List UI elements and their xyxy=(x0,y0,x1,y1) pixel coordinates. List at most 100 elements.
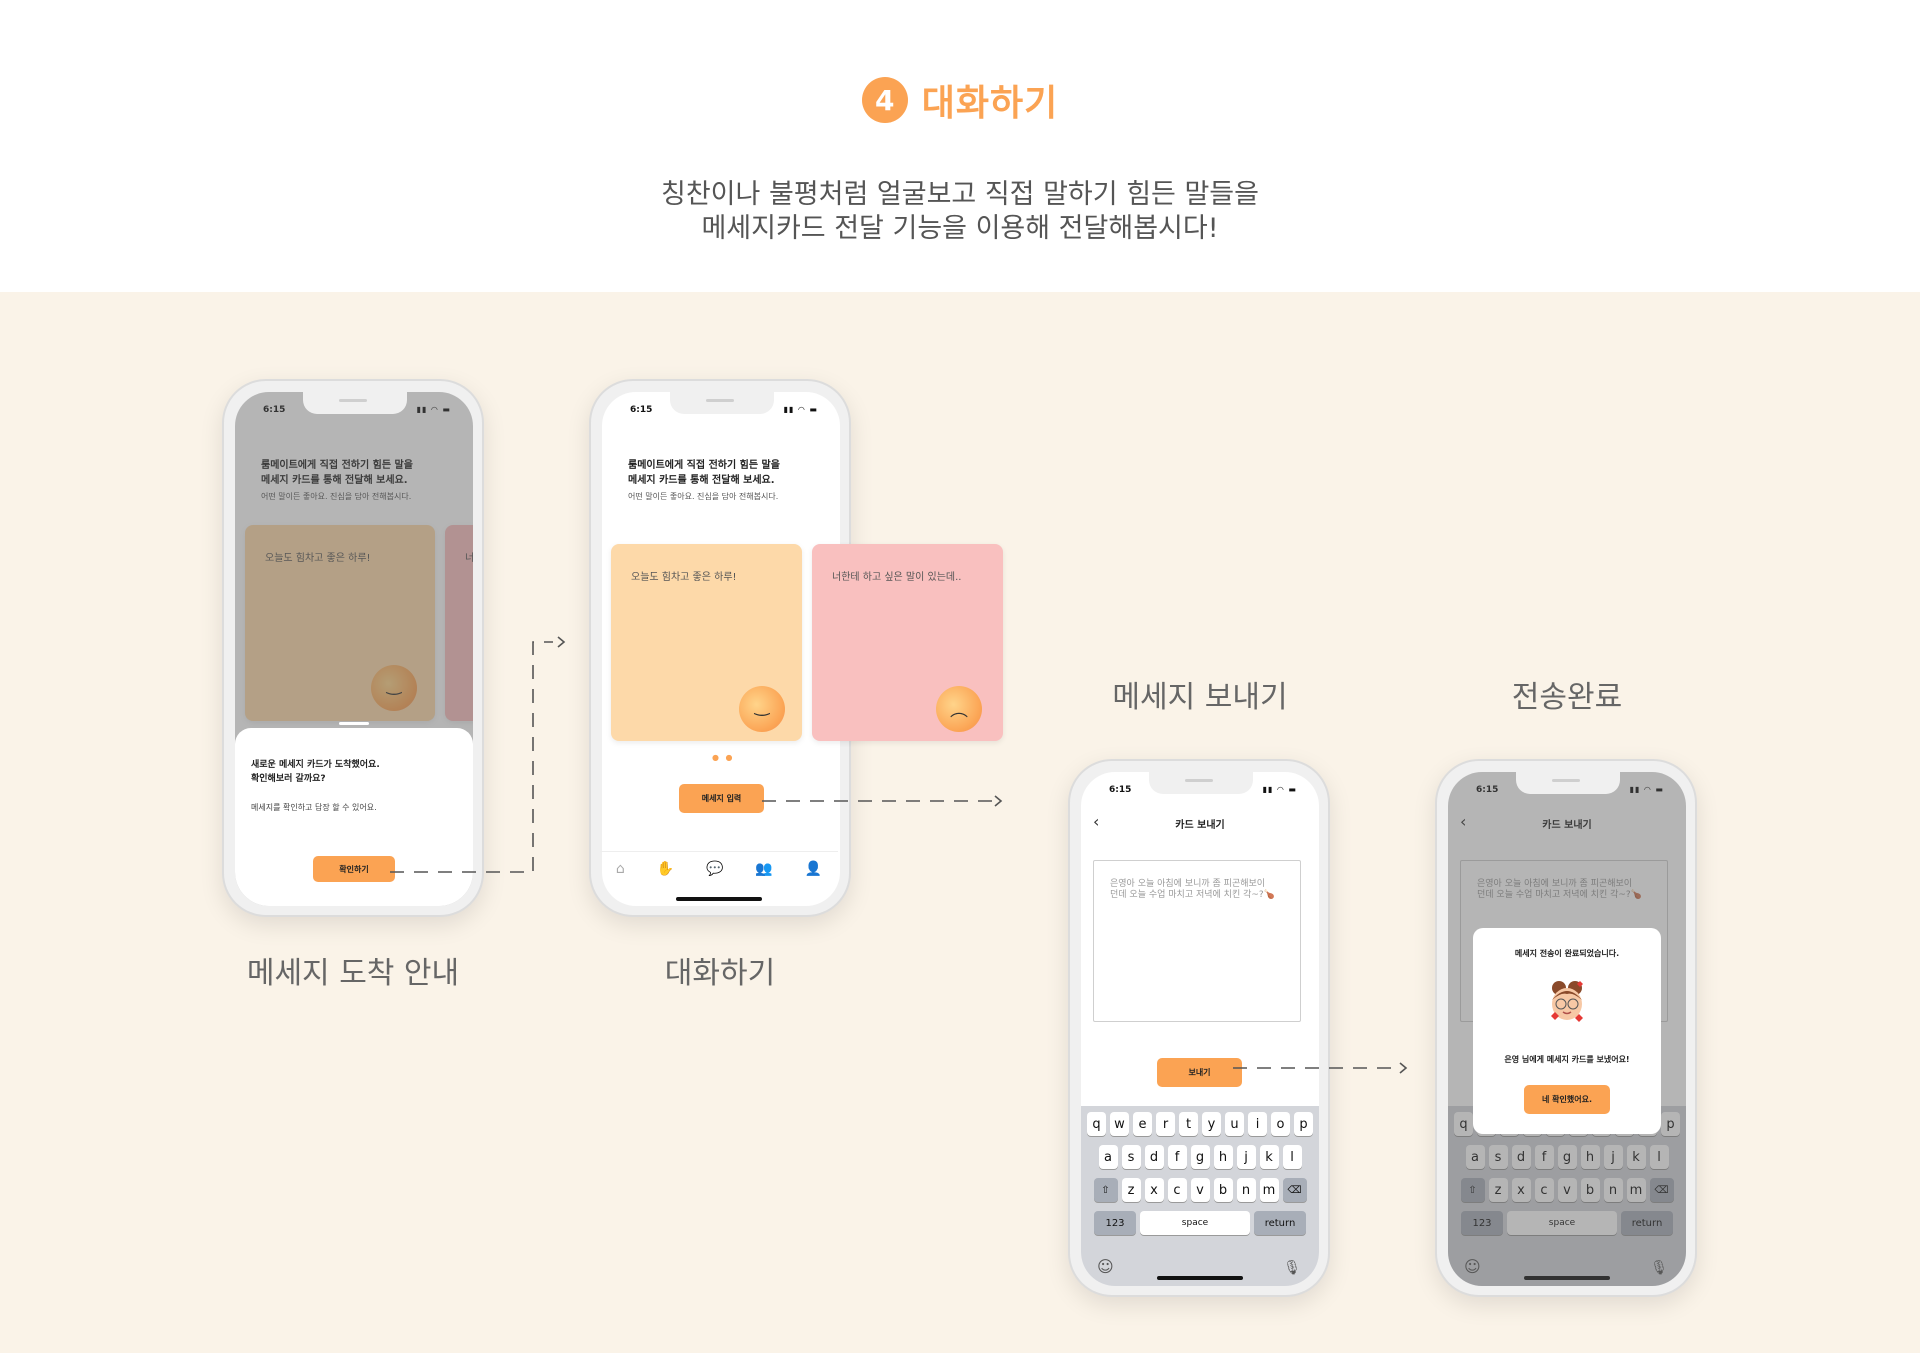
phone-notch xyxy=(1516,772,1620,794)
key[interactable]: e xyxy=(1133,1112,1152,1136)
card-pager-dots[interactable]: ● ● xyxy=(712,753,735,762)
hand-tab-icon[interactable]: ✋ xyxy=(657,861,674,877)
modal-title: 메세지 전송이 완료되었습니다. xyxy=(1514,949,1620,958)
showcase-stage: 6:15 ▮▮ ◠ ▬ 룸메이트에게 직접 전하기 힘든 말을 메세지 카드를 … xyxy=(0,292,1920,1353)
step-badge: 4 xyxy=(861,77,908,123)
message-input-button[interactable]: 메세지 입력 xyxy=(679,784,764,813)
key[interactable]: j xyxy=(1236,1145,1256,1169)
profile-tab-icon[interactable]: 👤 xyxy=(805,861,822,877)
avatar-memoji-icon xyxy=(1551,981,1583,1022)
status-icons: ▮▮ ◠ ▬ xyxy=(1262,785,1297,794)
emoji-icon[interactable]: ☺ xyxy=(1097,1257,1114,1276)
phone-screen: 6:15 ▮▮ ◠ ▬ 룸메이트에게 직접 전하기 힘든 말을 메세지 카드를 … xyxy=(235,392,473,906)
compose-nav-title: 카드 보내기 xyxy=(1175,820,1225,831)
modal-sub: 은영 님에게 메세지 카드를 보냈어요! xyxy=(1504,1055,1630,1064)
section-intro: 칭찬이나 불평처럼 얼굴보고 직접 말하기 힘든 말들을 메세지카드 전달 기능… xyxy=(0,178,1920,246)
status-time: 6:15 xyxy=(630,405,653,415)
arrival-sheet-title: 새로운 메세지 카드가 도착했어요. 확인해보러 갈까요? xyxy=(251,758,380,786)
home-indicator xyxy=(1157,1276,1243,1280)
caption-message-arrival: 메세지 도착 안내 xyxy=(246,956,460,991)
section-title: 4 대화하기 xyxy=(0,74,1920,126)
happy-face-icon: ‿ xyxy=(739,686,785,732)
key[interactable]: g xyxy=(1190,1145,1210,1169)
key[interactable]: l xyxy=(1282,1145,1302,1169)
key[interactable]: s xyxy=(1121,1145,1141,1169)
sad-face-icon: ︵ xyxy=(936,686,982,732)
key[interactable]: v xyxy=(1190,1178,1210,1202)
phone-send-complete: 6:15 ▮▮ ◠ ▬ ‹ 카드 보내기 은영아 오늘 아침에 보니까 좀 피곤… xyxy=(1435,759,1697,1297)
confirm-button[interactable]: 확인하기 xyxy=(313,856,395,882)
return-key[interactable]: return xyxy=(1254,1211,1306,1235)
caption-send-complete: 전송완료 xyxy=(1511,680,1623,715)
keyboard-row-4: 123 space return xyxy=(1081,1211,1319,1235)
intro-line-2: 메세지카드 전달 기능을 이용해 전달해봅시다! xyxy=(701,213,1219,244)
section-header: 4 대화하기 칭찬이나 불평처럼 얼굴보고 직접 말하기 힘든 말들을 메세지카… xyxy=(0,0,1920,292)
key[interactable]: r xyxy=(1156,1112,1175,1136)
group-tab-icon[interactable]: 👥 xyxy=(755,861,772,877)
chat-intro-title-line-1: 룸메이트에게 직접 전하기 힘든 말을 xyxy=(628,460,780,471)
key[interactable]: h xyxy=(1213,1145,1233,1169)
microphone-icon[interactable]: 🎙 xyxy=(1283,1260,1301,1276)
onscreen-keyboard: q w e r t y u i o p a s d f g h xyxy=(1081,1106,1319,1286)
key[interactable]: n xyxy=(1236,1178,1256,1202)
key[interactable]: x xyxy=(1144,1178,1164,1202)
chat-intro-title: 룸메이트에게 직접 전하기 힘든 말을 메세지 카드를 통해 전달해 보세요. xyxy=(628,458,780,488)
key[interactable]: m xyxy=(1259,1178,1279,1202)
message-line-1: 은영아 오늘 아침에 보니까 좀 피곤해보이 xyxy=(1110,879,1266,889)
home-tab-icon[interactable]: ⌂ xyxy=(616,861,625,877)
key[interactable]: i xyxy=(1248,1112,1267,1136)
intro-line-1: 칭찬이나 불평처럼 얼굴보고 직접 말하기 힘든 말들을 xyxy=(661,179,1259,210)
caption-chat: 대화하기 xyxy=(664,956,776,991)
sheet-grabber xyxy=(339,722,369,725)
arrival-title-line-1: 새로운 메세지 카드가 도착했어요. xyxy=(251,760,380,770)
send-button[interactable]: 보내기 xyxy=(1157,1058,1242,1087)
space-key[interactable]: space xyxy=(1140,1211,1250,1235)
message-line-2: 던데 오늘 수업 마치고 저녁에 치킨 각~?🍗 xyxy=(1110,890,1275,900)
message-card-yellow[interactable]: 오늘도 힘차고 좋은 하루! ‿ xyxy=(611,544,802,741)
key[interactable]: p xyxy=(1294,1112,1313,1136)
home-indicator xyxy=(676,897,762,901)
key[interactable]: y xyxy=(1202,1112,1221,1136)
phone-compose: 6:15 ▮▮ ◠ ▬ ‹ 카드 보내기 은영아 오늘 아침에 보니까 좀 피곤… xyxy=(1068,759,1330,1297)
key[interactable]: q xyxy=(1087,1112,1106,1136)
caption-send-message: 메세지 보내기 xyxy=(1112,680,1288,715)
chat-intro-sub: 어떤 말이든 좋아요. 진심을 담아 전해봅시다. xyxy=(628,492,779,501)
key[interactable]: w xyxy=(1110,1112,1129,1136)
face-mouth: ‿ xyxy=(754,696,770,717)
card-text: 오늘도 힘차고 좋은 하루! xyxy=(631,572,737,583)
ok-confirm-button[interactable]: 네 확인했어요. xyxy=(1524,1085,1610,1114)
phone-message-arrival: 6:15 ▮▮ ◠ ▬ 룸메이트에게 직접 전하기 힘든 말을 메세지 카드를 … xyxy=(222,379,484,917)
key[interactable]: z xyxy=(1121,1178,1141,1202)
card-text: 너한테 하고 싶은 말이 있는데.. xyxy=(832,572,962,583)
shift-key-icon[interactable]: ⇧ xyxy=(1093,1178,1118,1202)
arrival-bottom-sheet: 새로운 메세지 카드가 도착했어요. 확인해보러 갈까요? 메세지를 확인하고 … xyxy=(235,728,473,906)
phone-notch xyxy=(670,392,774,414)
key[interactable]: k xyxy=(1259,1145,1279,1169)
message-card-pink[interactable]: 너한테 하고 싶은 말이 있는데.. ︵ xyxy=(812,544,1003,741)
numbers-key[interactable]: 123 xyxy=(1094,1211,1136,1235)
status-time: 6:15 xyxy=(1109,785,1132,795)
key[interactable]: f xyxy=(1167,1145,1187,1169)
section-title-text: 대화하기 xyxy=(921,83,1059,124)
key[interactable]: a xyxy=(1098,1145,1118,1169)
delete-key-icon[interactable]: ⌫ xyxy=(1282,1178,1307,1202)
key[interactable]: c xyxy=(1167,1178,1187,1202)
face-mouth: ︵ xyxy=(950,700,968,721)
message-textarea[interactable]: 은영아 오늘 아침에 보니까 좀 피곤해보이 던데 오늘 수업 마치고 저녁에 … xyxy=(1093,860,1301,1022)
keyboard-row-1: q w e r t y u i o p xyxy=(1081,1112,1319,1136)
phone-notch xyxy=(303,392,407,414)
key[interactable]: b xyxy=(1213,1178,1233,1202)
keyboard-row-2: a s d f g h j k l xyxy=(1081,1145,1319,1169)
key[interactable]: o xyxy=(1271,1112,1290,1136)
keyboard-row-3: ⇧ z x c v b n m ⌫ xyxy=(1081,1178,1319,1202)
key[interactable]: d xyxy=(1144,1145,1164,1169)
chat-tab-icon[interactable]: 💬 xyxy=(706,861,723,877)
phone-screen: 6:15 ▮▮ ◠ ▬ ‹ 카드 보내기 은영아 오늘 아침에 보니까 좀 피곤… xyxy=(1448,772,1686,1286)
phone-notch xyxy=(1149,772,1253,794)
phone-screen: 6:15 ▮▮ ◠ ▬ ‹ 카드 보내기 은영아 오늘 아침에 보니까 좀 피곤… xyxy=(1081,772,1319,1286)
arrival-title-line-2: 확인해보러 갈까요? xyxy=(251,774,326,784)
key[interactable]: t xyxy=(1179,1112,1198,1136)
key[interactable]: u xyxy=(1225,1112,1244,1136)
chat-intro-title-line-2: 메세지 카드를 통해 전달해 보세요. xyxy=(628,475,775,486)
arrival-sheet-sub: 메세지를 확인하고 답장 할 수 있어요. xyxy=(251,803,377,812)
